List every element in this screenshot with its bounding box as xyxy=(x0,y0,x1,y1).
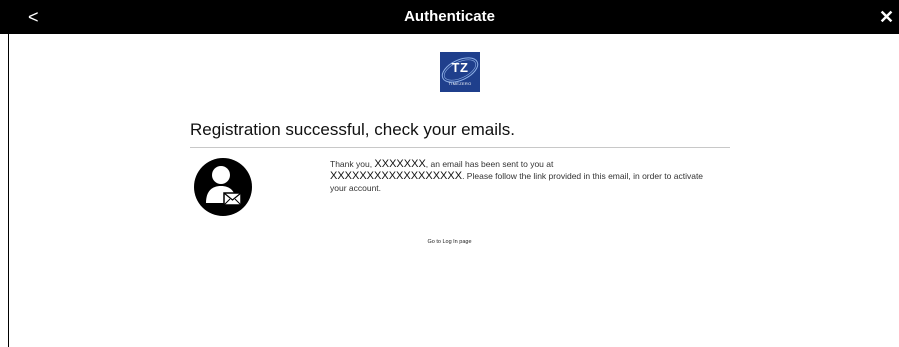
user-email: XXXXXXXXXXXXXXXXXX xyxy=(330,170,463,182)
divider xyxy=(190,147,730,148)
logo-mark: TZ xyxy=(451,60,469,75)
close-button[interactable]: ✕ xyxy=(879,0,895,34)
timezero-logo: TZ TIMEZERO xyxy=(440,52,480,92)
page-heading: Registration successful, check your emai… xyxy=(190,120,516,139)
user-name: XXXXXXX xyxy=(374,158,426,170)
login-link[interactable]: Go to Log In page xyxy=(0,239,899,245)
confirmation-message: Thank you, XXXXXXX, an email has been se… xyxy=(330,158,720,194)
message-text-1: Thank you, xyxy=(330,159,375,169)
message-text-2: , an email has been sent to you at xyxy=(425,159,554,169)
window-title: Authenticate xyxy=(404,8,495,25)
left-border xyxy=(8,34,9,347)
title-bar: < Authenticate ✕ xyxy=(0,0,899,34)
close-icon: ✕ xyxy=(879,7,895,27)
user-mail-icon xyxy=(193,157,253,217)
logo-wordmark: TIMEZERO xyxy=(448,81,472,86)
